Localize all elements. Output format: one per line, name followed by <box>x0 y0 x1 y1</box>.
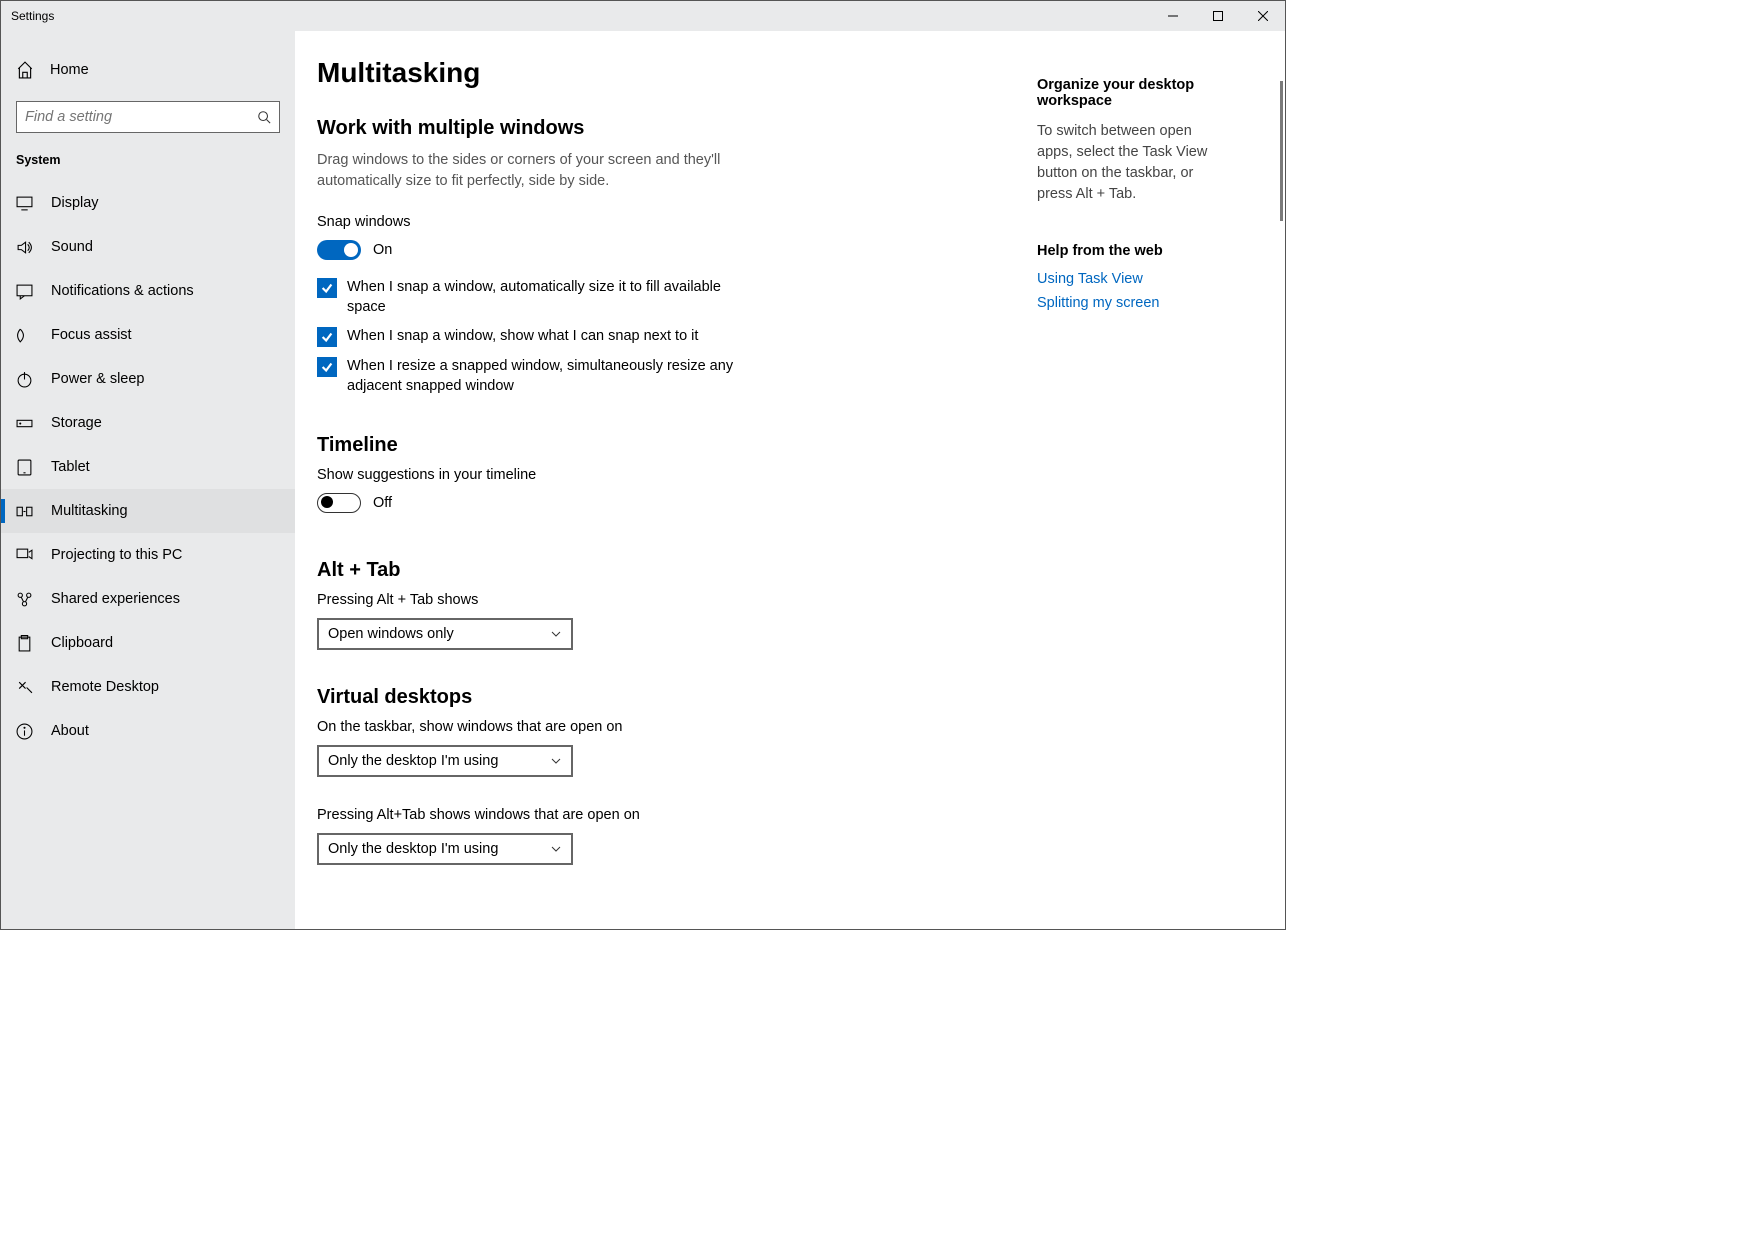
help-link-taskview[interactable]: Using Task View <box>1037 271 1209 287</box>
sidebar-item-projecting[interactable]: Projecting to this PC <box>1 533 295 577</box>
help-organize-heading: Organize your desktop workspace <box>1037 77 1209 109</box>
sidebar-item-label: Multitasking <box>51 503 128 519</box>
sidebar-item-label: Remote Desktop <box>51 679 159 695</box>
sound-icon <box>16 239 33 256</box>
tablet-icon <box>16 459 33 476</box>
sidebar-item-power[interactable]: Power & sleep <box>1 357 295 401</box>
sidebar-item-shared[interactable]: Shared experiences <box>1 577 295 621</box>
notifications-icon <box>16 283 33 300</box>
help-web-heading: Help from the web <box>1037 243 1209 259</box>
chevron-down-icon <box>550 755 562 767</box>
chevron-down-icon <box>550 843 562 855</box>
snap-check-3[interactable] <box>317 357 337 377</box>
sidebar-item-label: Tablet <box>51 459 90 475</box>
sidebar-item-notifications[interactable]: Notifications & actions <box>1 269 295 313</box>
virtual-label-2: Pressing Alt+Tab shows windows that are … <box>317 807 997 823</box>
timeline-toggle-label: Show suggestions in your timeline <box>317 467 997 483</box>
about-icon <box>16 723 33 740</box>
sidebar-item-label: Shared experiences <box>51 591 180 607</box>
projecting-icon <box>16 547 33 564</box>
window-title: Settings <box>11 9 54 23</box>
alttab-value: Open windows only <box>328 626 454 642</box>
focus-icon <box>16 327 33 344</box>
sidebar-item-sound[interactable]: Sound <box>1 225 295 269</box>
window-controls <box>1150 1 1285 31</box>
sidebar-nav: Display Sound Notifications & actions Fo… <box>1 181 295 753</box>
close-button[interactable] <box>1240 1 1285 31</box>
sidebar-item-multitasking[interactable]: Multitasking <box>1 489 295 533</box>
help-link-splitscreen[interactable]: Splitting my screen <box>1037 295 1209 311</box>
sidebar-item-label: Sound <box>51 239 93 255</box>
storage-icon <box>16 415 33 432</box>
chevron-down-icon <box>550 628 562 640</box>
minimize-button[interactable] <box>1150 1 1195 31</box>
maximize-button[interactable] <box>1195 1 1240 31</box>
snap-toggle-state: On <box>373 242 392 258</box>
alttab-heading: Alt + Tab <box>317 559 997 582</box>
sidebar-item-label: Power & sleep <box>51 371 145 387</box>
sidebar-item-remote[interactable]: Remote Desktop <box>1 665 295 709</box>
sidebar-item-label: Focus assist <box>51 327 132 343</box>
timeline-toggle-state: Off <box>373 495 392 511</box>
snap-heading: Work with multiple windows <box>317 117 997 140</box>
virtual-value-2: Only the desktop I'm using <box>328 841 498 857</box>
sidebar-item-clipboard[interactable]: Clipboard <box>1 621 295 665</box>
titlebar: Settings <box>1 1 1285 31</box>
multitasking-icon <box>16 503 33 520</box>
shared-icon <box>16 591 33 608</box>
help-organize-text: To switch between open apps, select the … <box>1037 121 1209 205</box>
sidebar-item-label: Projecting to this PC <box>51 547 182 563</box>
help-panel: Organize your desktop workspace To switc… <box>997 57 1227 929</box>
snap-check-3-label: When I resize a snapped window, simultan… <box>347 357 737 396</box>
sidebar-item-label: Display <box>51 195 99 211</box>
home-label: Home <box>50 62 89 78</box>
sidebar-section-label: System <box>1 153 295 181</box>
sidebar-item-display[interactable]: Display <box>1 181 295 225</box>
virtual-heading: Virtual desktops <box>317 686 997 709</box>
alttab-label: Pressing Alt + Tab shows <box>317 592 997 608</box>
sidebar-item-label: Storage <box>51 415 102 431</box>
snap-toggle[interactable] <box>317 240 361 260</box>
power-icon <box>16 371 33 388</box>
virtual-dropdown-1[interactable]: Only the desktop I'm using <box>317 745 573 777</box>
sidebar: Home System Display Sound Notifications … <box>1 31 295 929</box>
virtual-dropdown-2[interactable]: Only the desktop I'm using <box>317 833 573 865</box>
alttab-dropdown[interactable]: Open windows only <box>317 618 573 650</box>
snap-toggle-label: Snap windows <box>317 214 997 230</box>
snap-check-2[interactable] <box>317 327 337 347</box>
sidebar-item-tablet[interactable]: Tablet <box>1 445 295 489</box>
virtual-value-1: Only the desktop I'm using <box>328 753 498 769</box>
sidebar-item-about[interactable]: About <box>1 709 295 753</box>
clipboard-icon <box>16 635 33 652</box>
virtual-label-1: On the taskbar, show windows that are op… <box>317 719 997 735</box>
search-input[interactable] <box>25 109 257 125</box>
snap-check-1[interactable] <box>317 278 337 298</box>
search-box[interactable] <box>16 101 280 133</box>
page-title: Multitasking <box>317 57 997 89</box>
main-content: Multitasking Work with multiple windows … <box>317 57 997 929</box>
snap-check-1-label: When I snap a window, automatically size… <box>347 278 737 317</box>
timeline-heading: Timeline <box>317 434 997 457</box>
remote-icon <box>16 679 33 696</box>
sidebar-item-label: Clipboard <box>51 635 113 651</box>
sidebar-item-focus[interactable]: Focus assist <box>1 313 295 357</box>
home-button[interactable]: Home <box>1 49 295 91</box>
snap-check-2-label: When I snap a window, show what I can sn… <box>347 327 698 347</box>
home-icon <box>16 61 34 79</box>
scrollbar-thumb[interactable] <box>1280 81 1283 221</box>
timeline-toggle[interactable] <box>317 493 361 513</box>
snap-description: Drag windows to the sides or corners of … <box>317 150 737 192</box>
display-icon <box>16 195 33 212</box>
sidebar-item-storage[interactable]: Storage <box>1 401 295 445</box>
sidebar-item-label: Notifications & actions <box>51 283 194 299</box>
sidebar-item-label: About <box>51 723 89 739</box>
search-icon <box>257 110 271 124</box>
